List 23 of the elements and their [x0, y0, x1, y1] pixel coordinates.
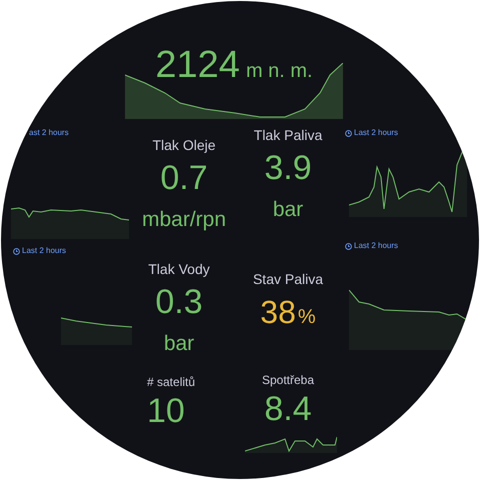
time-range-label[interactable]: Last 2 hours — [354, 240, 398, 252]
stat-title: # satelitů — [147, 374, 196, 391]
stat-unit: mbar/rpn — [142, 207, 226, 233]
stat-value: 0.3 — [155, 282, 203, 323]
stat-unit: % — [298, 305, 316, 330]
stat-title: Stav Paliva — [252, 270, 324, 289]
time-range-label[interactable]: Last 2 hours — [22, 245, 66, 257]
stat-title: Tlak Oleje — [152, 136, 216, 155]
stat-title: Tlak Vody — [148, 260, 210, 279]
time-range-label[interactable]: ast 2 hours — [29, 127, 69, 139]
stat-title: Tlak Paliva — [254, 126, 322, 145]
time-range-label[interactable]: Last 2 hours — [354, 127, 398, 139]
stat-value: 10 — [147, 391, 186, 431]
line-chart — [61, 317, 132, 345]
altitude-unit: m n. m. — [246, 59, 313, 84]
stat-title: Spottřeba — [262, 372, 314, 389]
altitude-value: 2124 — [155, 43, 240, 87]
stat-value: 38 — [260, 293, 296, 332]
stat-unit: bar — [164, 331, 194, 357]
stat-value: 0.7 — [160, 158, 208, 199]
stat-unit: bar — [272, 197, 304, 223]
stat-value: 8.4 — [264, 389, 312, 429]
stat-value: 3.9 — [264, 148, 312, 189]
